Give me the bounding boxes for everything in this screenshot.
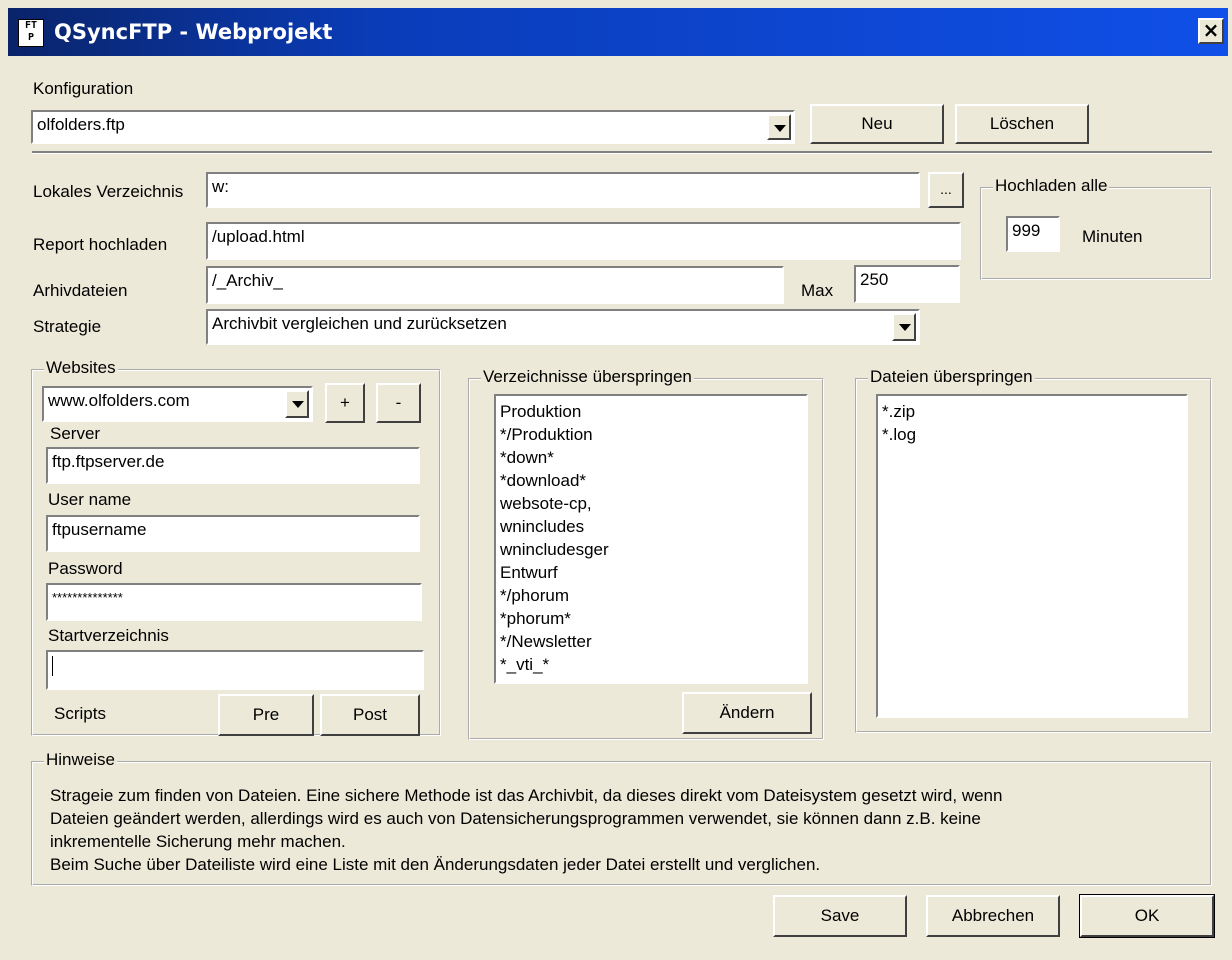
websites-group-label: Websites <box>44 358 118 378</box>
skip-dirs-list[interactable]: Produktion */Produktion *down* *download* we… <box>494 394 808 684</box>
password-label: Password <box>48 559 123 578</box>
archive-label: Arhivdateien <box>33 281 128 300</box>
skip-files-group-label: Dateien überspringen <box>868 367 1035 387</box>
new-config-button[interactable]: Neu <box>810 104 944 144</box>
list-item[interactable]: wnincludes <box>500 515 802 538</box>
window-title: QSyncFTP - Webprojekt <box>54 20 333 44</box>
password-input[interactable]: ************** <box>46 583 422 621</box>
list-item[interactable]: *_vti_* <box>500 653 802 676</box>
startdir-label: Startverzeichnis <box>48 626 169 645</box>
remove-website-button[interactable]: - <box>376 383 421 423</box>
text-cursor <box>52 655 53 676</box>
hint-line: Dateien geändert werden, allerdings wird… <box>50 809 981 828</box>
list-item[interactable]: *down* <box>500 446 802 469</box>
archive-max-input[interactable]: 250 <box>854 265 960 303</box>
list-item[interactable]: websote-cp, <box>500 492 802 515</box>
hints-text: Strageie zum finden von Dateien. Eine si… <box>50 784 1200 876</box>
archive-max-label: Max <box>801 281 834 300</box>
archive-input[interactable]: /_Archiv_ <box>206 266 784 304</box>
website-combo[interactable]: www.olfolders.com <box>42 386 313 422</box>
app-icon-text: FT P <box>24 20 38 43</box>
dialog-window: FT P QSyncFTP - Webprojekt × Konfigurati… <box>0 0 1232 960</box>
change-skip-dirs-button[interactable]: Ändern <box>682 692 812 734</box>
list-item[interactable]: *download* <box>500 469 802 492</box>
list-item[interactable]: Entwurf <box>500 561 802 584</box>
hint-line: Strageie zum finden von Dateien. Eine si… <box>50 786 1003 805</box>
save-button[interactable]: Save <box>773 895 907 937</box>
hint-line: inkrementelle Sicherung mehr machen. <box>50 832 346 851</box>
server-input[interactable]: ftp.ftpserver.de <box>46 447 420 484</box>
post-script-button[interactable]: Post <box>320 694 420 736</box>
title-bar[interactable]: FT P QSyncFTP - Webprojekt × <box>8 8 1228 56</box>
chevron-down-icon[interactable] <box>767 114 791 140</box>
close-icon: × <box>1202 18 1220 42</box>
close-button[interactable]: × <box>1198 18 1224 44</box>
ok-button[interactable]: OK <box>1079 894 1215 938</box>
local-dir-input[interactable]: w: <box>206 172 920 208</box>
app-icon: FT P <box>18 19 44 47</box>
local-dir-label: Lokales Verzeichnis <box>33 182 184 201</box>
startdir-input[interactable] <box>46 650 424 690</box>
list-item[interactable]: wnincludesger <box>500 538 802 561</box>
list-item[interactable]: */Produktion <box>500 423 802 446</box>
website-combo-value: www.olfolders.com <box>48 391 190 410</box>
skip-dirs-group-label: Verzeichnisse überspringen <box>481 367 694 387</box>
scripts-label: Scripts <box>54 704 106 723</box>
list-item[interactable]: *.log <box>882 423 1182 446</box>
list-item[interactable]: */phorum <box>500 584 802 607</box>
upload-interval-input[interactable]: 999 <box>1006 216 1060 252</box>
cancel-button[interactable]: Abbrechen <box>926 895 1060 937</box>
username-label: User name <box>48 490 132 509</box>
hint-line: Beim Suche über Dateiliste wird eine Lis… <box>50 855 821 874</box>
report-label: Report hochladen <box>33 235 168 254</box>
list-item[interactable]: */Newsletter <box>500 630 802 653</box>
upload-interval-group-label: Hochladen alle <box>993 176 1110 196</box>
chevron-down-icon[interactable] <box>285 390 309 418</box>
strategy-combo[interactable]: Archivbit vergleichen und zurücksetzen <box>206 309 920 345</box>
add-website-button[interactable]: + <box>325 383 365 423</box>
upload-interval-unit: Minuten <box>1082 227 1143 246</box>
chevron-down-icon[interactable] <box>892 313 916 341</box>
delete-config-button[interactable]: Löschen <box>955 104 1089 144</box>
separator <box>32 151 1212 154</box>
strategy-combo-value: Archivbit vergleichen und zurücksetzen <box>212 314 507 333</box>
pre-script-button[interactable]: Pre <box>218 694 314 736</box>
strategy-label: Strategie <box>33 317 102 336</box>
report-input[interactable]: /upload.html <box>206 222 961 260</box>
list-item[interactable]: *phorum* <box>500 607 802 630</box>
config-label: Konfiguration <box>33 79 134 98</box>
skip-files-list[interactable]: *.zip *.log <box>876 394 1188 718</box>
list-item[interactable]: Produktion <box>500 400 802 423</box>
list-item[interactable]: *.zip <box>882 400 1182 423</box>
config-combo[interactable]: olfolders.ftp <box>31 110 795 144</box>
username-input[interactable]: ftpusername <box>46 515 420 552</box>
browse-button[interactable]: ... <box>928 172 964 208</box>
config-combo-value: olfolders.ftp <box>37 115 125 134</box>
hints-group-label: Hinweise <box>44 750 117 770</box>
server-label: Server <box>50 424 101 443</box>
